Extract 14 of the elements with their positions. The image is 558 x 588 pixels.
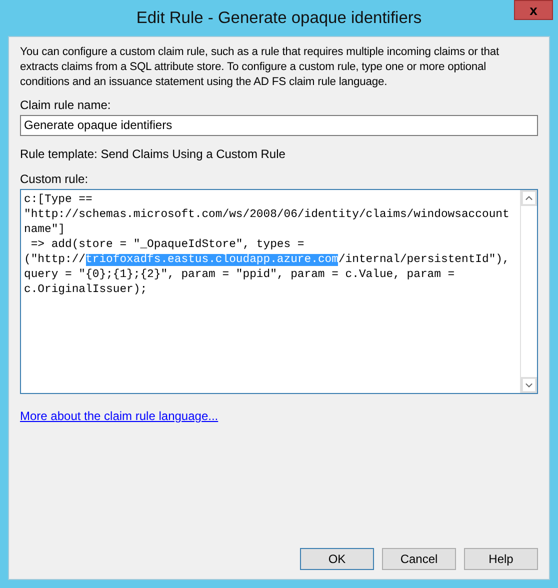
scroll-down-icon[interactable] (521, 377, 537, 393)
custom-rule-editor[interactable]: c:[Type == "http://schemas.microsoft.com/ws/2008/06/identity/claims/windowsaccount name"] => add(store = "_OpaqueIdStore", types = ("http://triofoxadfs.eastus.cloudapp.azure.com/internal/persistentId"), query = "{0};{1};{2}", param = "ppid", param = c.Value, param = c.OriginalIssuer); (20, 189, 538, 394)
claim-rule-language-link[interactable]: More about the claim rule language... (20, 409, 218, 423)
rule-template-text: Rule template: Send Claims Using a Custom Rule (20, 147, 286, 161)
dialog-button[interactable]: OK (300, 548, 374, 570)
close-button[interactable]: x (514, 0, 553, 20)
dialog-button[interactable]: Help (464, 548, 538, 570)
dialog-button[interactable]: Cancel (382, 548, 456, 570)
claim-rule-name-field[interactable]: Generate opaque identifiers (20, 115, 538, 136)
description-text: You can configure a custom claim rule, such as a rule that requires multiple incoming claims or that extracts claims from a SQL attribute store. To configure a custom rule, type one or more optional conditions and an issuance statement using the AD FS claim rule language. (20, 45, 500, 90)
scroll-up-icon[interactable] (521, 190, 537, 206)
custom-rule-label: Custom rule: (20, 172, 90, 186)
claim-rule-name-label: Claim rule name: (20, 98, 112, 112)
window-title: Edit Rule - Generate opaque identifiers (136, 8, 422, 28)
